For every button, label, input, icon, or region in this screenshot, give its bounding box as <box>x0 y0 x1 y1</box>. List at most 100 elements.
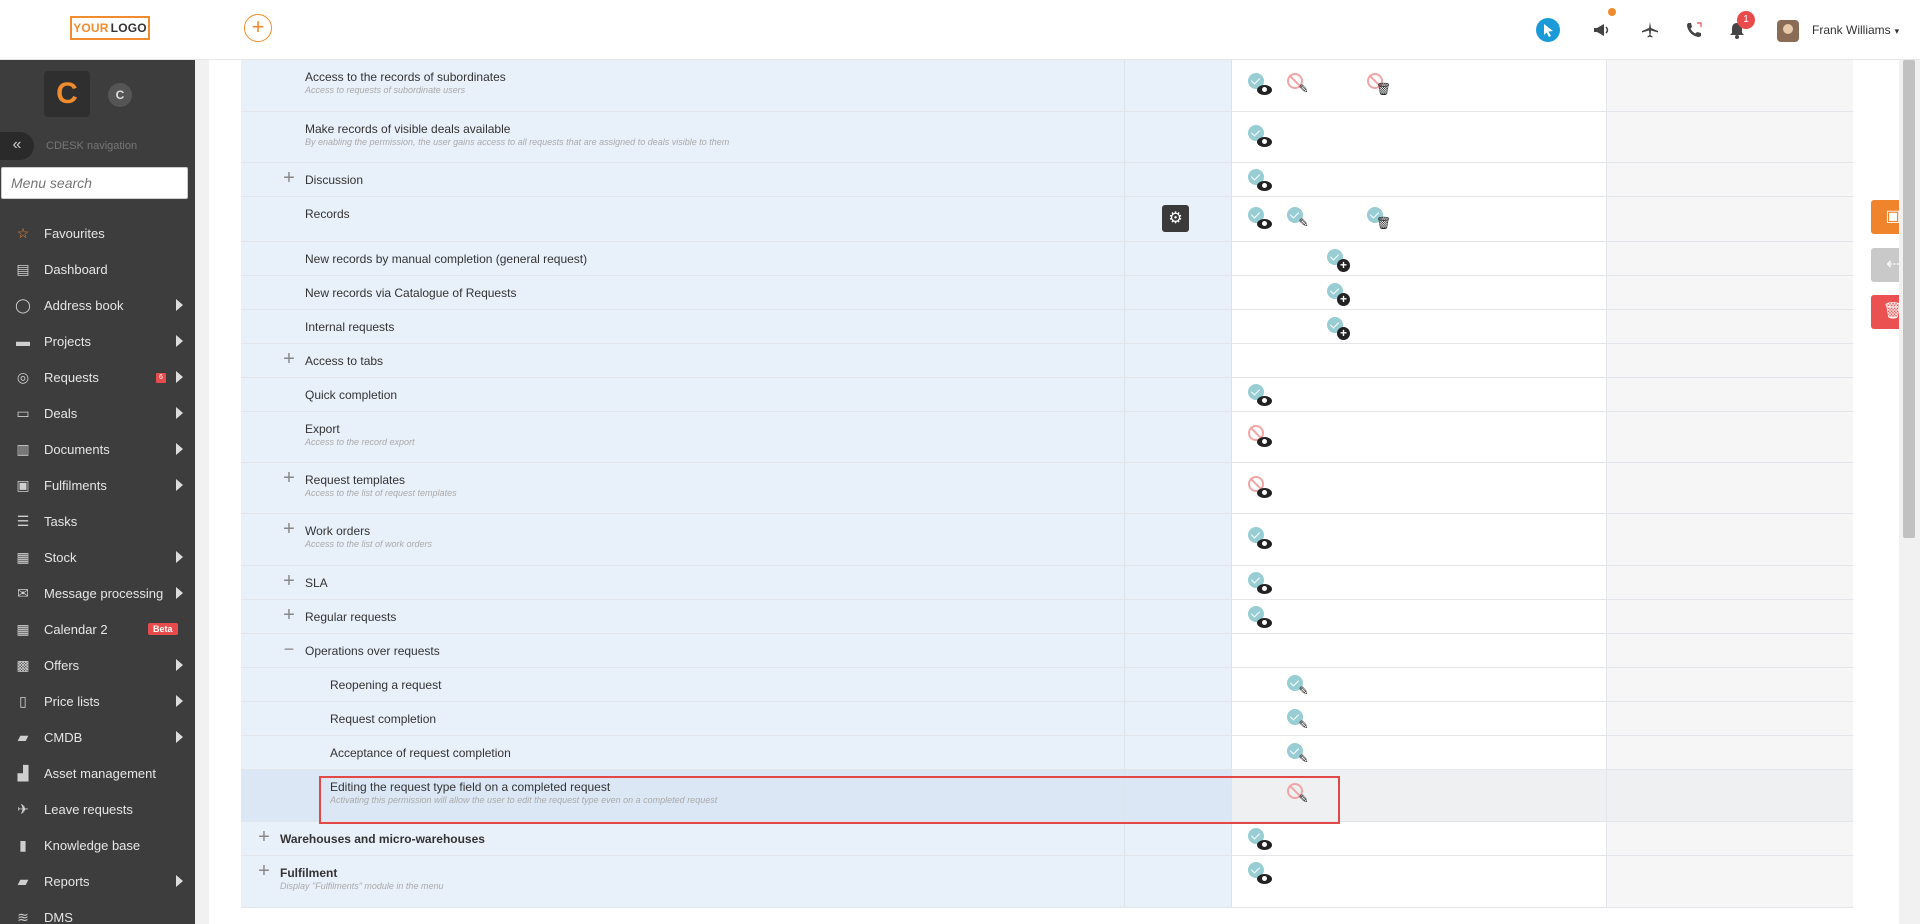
scrollbar-thumb[interactable] <box>1903 60 1915 538</box>
expand-icon[interactable]: + <box>256 861 272 881</box>
sidebar-item-reports[interactable]: ▰ Reports <box>0 863 195 899</box>
eye-permission-allowed[interactable] <box>1248 73 1274 99</box>
sidebar-scrollbar[interactable] <box>195 60 209 924</box>
permission-row[interactable]: − Operations over requests <box>241 634 1853 668</box>
add-permission-allowed[interactable]: + <box>1327 317 1353 343</box>
eye-permission-allowed[interactable] <box>1248 828 1274 854</box>
company-logo[interactable]: YOUR LOGO <box>70 16 150 40</box>
megaphone-icon[interactable] <box>1590 18 1614 42</box>
eye-permission-denied[interactable] <box>1248 425 1274 451</box>
permission-row[interactable]: + Discussion <box>241 163 1853 197</box>
permission-row[interactable]: Internal requests + <box>241 310 1853 344</box>
expand-icon[interactable]: + <box>256 827 272 847</box>
sidebar-item-address-book[interactable]: ◯ Address book <box>0 287 195 323</box>
extra-cell <box>1607 344 1853 377</box>
add-permission-allowed[interactable]: + <box>1327 249 1353 275</box>
permission-name-cell: + Warehouses and micro-warehouses <box>241 822 1125 855</box>
extra-cell <box>1607 310 1853 343</box>
sidebar-item-requests[interactable]: ◎ Requests 6 <box>0 359 195 395</box>
permission-row[interactable]: Access to the records of subordinates Acc… <box>241 60 1853 112</box>
expand-icon[interactable]: + <box>281 349 297 369</box>
avatar[interactable] <box>1777 20 1799 42</box>
sidebar-item-knowledge-base[interactable]: ▮ Knowledge base <box>0 827 195 863</box>
permission-row[interactable]: Quick completion <box>241 378 1853 412</box>
extra-cell <box>1607 736 1853 769</box>
permission-row[interactable]: New records via Catalogue of Requests + <box>241 276 1853 310</box>
pencil-permission-allowed[interactable]: ✎ <box>1287 675 1313 701</box>
expand-icon[interactable]: + <box>281 605 297 625</box>
permission-row[interactable]: Make records of visible deals available B… <box>241 112 1853 163</box>
sidebar-item-dms[interactable]: ≋ DMS <box>0 899 195 924</box>
eye-permission-allowed[interactable] <box>1248 207 1274 233</box>
phone-icon[interactable] <box>1682 18 1706 42</box>
eye-permission-allowed[interactable] <box>1248 527 1274 553</box>
permission-row[interactable]: Acceptance of request completion ✎ <box>241 736 1853 770</box>
sidebar-item-message-processing[interactable]: ✉ Message processing <box>0 575 195 611</box>
menu-search-input[interactable] <box>1 167 188 199</box>
permission-icons-cell <box>1232 566 1607 599</box>
eye-permission-denied[interactable] <box>1248 476 1274 502</box>
pencil-permission-allowed[interactable]: ✎ <box>1287 743 1313 769</box>
sidebar-item-stock[interactable]: ▦ Stock <box>0 539 195 575</box>
sidebar-item-offers[interactable]: ▩ Offers <box>0 647 195 683</box>
collapse-sidebar-button[interactable]: « <box>0 132 34 160</box>
permission-row[interactable]: Records ⚙ ✎ 🗑 <box>241 197 1853 242</box>
pencil-permission-allowed[interactable]: ✎ <box>1287 207 1313 233</box>
gear-icon[interactable]: ⚙ <box>1162 205 1189 232</box>
app-logo[interactable]: C <box>44 71 90 117</box>
sidebar-item-dashboard[interactable]: ▤ Dashboard <box>0 251 195 287</box>
permission-row[interactable]: Export Access to the record export <box>241 412 1853 463</box>
sidebar-item-label: Message processing <box>44 585 164 601</box>
permission-row[interactable]: + SLA <box>241 566 1853 600</box>
sidebar-item-deals[interactable]: ▭ Deals <box>0 395 195 431</box>
page-scrollbar[interactable] <box>1899 60 1920 924</box>
expand-icon[interactable]: + <box>281 168 297 188</box>
eye-permission-allowed[interactable] <box>1248 606 1274 632</box>
permission-row[interactable]: Request completion ✎ <box>241 702 1853 736</box>
eye-icon <box>1257 137 1272 147</box>
sidebar-item-price-lists[interactable]: ▯ Price lists <box>0 683 195 719</box>
expand-icon[interactable]: + <box>281 571 297 591</box>
plane-icon[interactable] <box>1638 18 1662 42</box>
add-new-button[interactable]: + <box>244 14 272 42</box>
expand-icon[interactable]: + <box>281 468 297 488</box>
permission-row[interactable]: + Regular requests <box>241 600 1853 634</box>
pencil-permission-denied[interactable]: ✎ <box>1287 73 1313 99</box>
permission-row[interactable]: Editing the request type field on a comp… <box>241 770 1853 822</box>
sidebar-item-cmdb[interactable]: ▰ CMDB <box>0 719 195 755</box>
settings-cell <box>1125 60 1232 111</box>
sidebar-item-asset-management[interactable]: ▟ Asset management <box>0 755 195 791</box>
collapse-icon[interactable]: − <box>281 640 297 658</box>
eye-permission-allowed[interactable] <box>1248 125 1274 151</box>
pencil-permission-allowed[interactable]: ✎ <box>1287 709 1313 735</box>
chevron-right-icon <box>176 875 183 887</box>
sidebar-item-calendar-2[interactable]: ▦ Calendar 2 Beta <box>0 611 195 647</box>
secondary-app-icon[interactable]: C <box>108 83 132 107</box>
eye-permission-allowed[interactable] <box>1248 169 1274 195</box>
permission-row[interactable]: + Access to tabs <box>241 344 1853 378</box>
add-permission-allowed[interactable]: + <box>1327 283 1353 309</box>
user-menu[interactable]: Frank Williams ▾ <box>1812 23 1899 37</box>
sidebar-item-favourites[interactable]: ☆ Favourites <box>0 215 195 251</box>
settings-cell <box>1125 566 1232 599</box>
trash-permission-denied[interactable]: 🗑 <box>1367 73 1393 99</box>
eye-permission-allowed[interactable] <box>1248 862 1274 888</box>
pencil-permission-denied[interactable]: ✎ <box>1287 783 1313 809</box>
permission-row[interactable]: Reopening a request ✎ <box>241 668 1853 702</box>
permission-row[interactable]: + Work orders Access to the list of work o… <box>241 514 1853 566</box>
cursor-icon[interactable] <box>1536 18 1560 42</box>
sidebar-item-fulfilments[interactable]: ▣ Fulfilments <box>0 467 195 503</box>
sidebar-item-projects[interactable]: ▬ Projects <box>0 323 195 359</box>
permission-row[interactable]: + Request templates Access to the list of … <box>241 463 1853 514</box>
permission-description: Display "Fulfilments" module in the menu <box>280 881 444 891</box>
permission-row[interactable]: + Warehouses and micro-warehouses <box>241 822 1853 856</box>
expand-icon[interactable]: + <box>281 519 297 539</box>
eye-permission-allowed[interactable] <box>1248 384 1274 410</box>
sidebar-item-documents[interactable]: ▥ Documents <box>0 431 195 467</box>
trash-permission-allowed[interactable]: 🗑 <box>1367 207 1393 233</box>
sidebar-item-leave-requests[interactable]: ✈ Leave requests <box>0 791 195 827</box>
permission-row[interactable]: New records by manual completion (genera… <box>241 242 1853 276</box>
permission-row[interactable]: + Fulfilment Display "Fulfilments" module … <box>241 856 1853 908</box>
eye-permission-allowed[interactable] <box>1248 572 1274 598</box>
sidebar-item-tasks[interactable]: ☰ Tasks <box>0 503 195 539</box>
